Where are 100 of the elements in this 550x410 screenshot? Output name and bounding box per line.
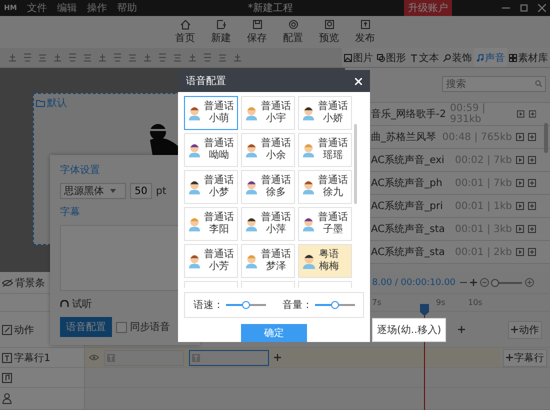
close-button[interactable]: [355, 78, 362, 84]
avatar-icon: [188, 179, 201, 195]
scrollbar[interactable]: [354, 124, 357, 204]
font-size-field[interactable]: 50: [130, 183, 152, 199]
menu-item[interactable]: 编辑: [56, 1, 77, 15]
picture-icon: [344, 54, 352, 62]
panel-tab[interactable]: 装饰: [441, 48, 474, 67]
toolbar-button[interactable]: 保存: [247, 19, 267, 45]
format-tool-icon: [233, 53, 242, 62]
voice-card[interactable]: 普通话 小娇: [298, 96, 352, 130]
sound-name: AC系统声音_sta: [371, 222, 446, 236]
add-icon: [528, 110, 536, 118]
format-tool-icon: [23, 53, 32, 62]
caption-clip[interactable]: [189, 350, 269, 366]
font-select[interactable]: 思源黑体: [60, 183, 126, 199]
scrollbar[interactable]: [544, 123, 548, 153]
add-icon: [528, 225, 536, 233]
save-icon: [252, 19, 262, 30]
panel-tab[interactable]: 图形: [375, 48, 408, 67]
voice-language: 普通话: [318, 101, 348, 112]
sync-voice-label: 同步语音: [130, 320, 170, 334]
toolbar-button[interactable]: 发布: [355, 19, 375, 45]
avatar-icon: [188, 216, 201, 232]
panel-tab[interactable]: 文本: [408, 48, 441, 67]
plus-icon: [274, 354, 281, 361]
volume-label: 音量：: [282, 298, 312, 312]
format-tool-icon: [173, 53, 182, 62]
animation-clip[interactable]: 逐场(幼..移入): [372, 318, 446, 342]
toolbar-button[interactable]: 首页: [175, 19, 195, 45]
plus-icon: [506, 354, 513, 361]
menu-item[interactable]: 操作: [86, 1, 107, 15]
format-tool-icon: [128, 53, 137, 62]
play-icon: [516, 133, 524, 141]
voice-card[interactable]: 粤语 梅梅: [298, 244, 352, 278]
voice-card[interactable]: 普通话 小余: [241, 133, 295, 167]
voice-card[interactable]: 普通话 梦泽: [241, 244, 295, 278]
confirm-button[interactable]: 确定: [241, 324, 307, 342]
play-icon: [516, 156, 524, 164]
scene-label: 默认: [47, 97, 67, 110]
toolbar-button[interactable]: 新建: [211, 19, 231, 45]
voice-card[interactable]: 普通话 小梦: [184, 170, 238, 204]
avatar-icon: [188, 142, 201, 158]
close-icon: [538, 4, 546, 12]
sync-voice-checkbox[interactable]: [116, 322, 127, 332]
avatar-icon: [302, 216, 315, 232]
voice-config-button[interactable]: 语音配置: [60, 317, 112, 337]
voice-name: 徐多: [266, 187, 286, 199]
add-icon: [528, 156, 536, 164]
panel-tab[interactable]: 图片: [342, 48, 375, 67]
menu-item[interactable]: 帮助: [116, 1, 137, 15]
panel-tab[interactable]: 素材库: [507, 48, 550, 67]
track-label: 背景条: [15, 276, 45, 290]
plus-icon: [458, 326, 466, 333]
voice-name: 小萌: [209, 113, 229, 125]
edit-icon: [2, 324, 12, 334]
minus-icon: [460, 279, 467, 286]
add-icon: [528, 179, 536, 187]
sound-name: AC系统声音_exi: [371, 154, 446, 167]
text-icon: [192, 354, 200, 362]
voice-language: 普通话: [204, 138, 234, 150]
hidden-eye-icon: [2, 278, 13, 286]
play-icon: [517, 110, 525, 118]
panel-tab[interactable]: 声音: [474, 48, 507, 67]
search-icon: [535, 80, 542, 87]
voice-name: 小芳: [209, 261, 229, 273]
caption-label: 字幕: [60, 206, 81, 219]
unit-label: pt: [156, 186, 166, 196]
voice-name: 小余: [266, 150, 286, 162]
voice-card[interactable]: 普通话 小芳: [184, 244, 238, 278]
dialog-title: 语音配置: [186, 74, 226, 88]
format-tool-icon: [188, 53, 197, 62]
avatar-icon: [302, 179, 315, 195]
menu-item[interactable]: 文件: [26, 1, 47, 15]
play-icon: [516, 248, 524, 256]
voice-card[interactable]: 普通话 子墨: [298, 207, 352, 241]
sound-name: 音乐_网络歌手-2: [371, 108, 446, 121]
add-track-button[interactable]: 字幕行: [503, 348, 547, 366]
voice-language: 普通话: [204, 212, 234, 224]
voice-card[interactable]: 普通话 徐多: [241, 170, 295, 204]
search-field[interactable]: 搜索: [442, 76, 546, 92]
home-icon: [180, 19, 190, 30]
voice-card[interactable]: 普通话 小宇: [241, 96, 295, 130]
toolbar-button[interactable]: 预览: [319, 19, 339, 45]
listen-button[interactable]: 试听: [60, 297, 92, 311]
voice-card[interactable]: 普通话 小萌: [184, 96, 238, 130]
upgrade-button[interactable]: 升级账户: [404, 0, 452, 16]
toolbar-button[interactable]: 配置: [283, 19, 303, 45]
voice-card[interactable]: 普通话 小萍: [241, 207, 295, 241]
add-track-button[interactable]: 动作: [508, 320, 542, 338]
maximize-icon: [520, 4, 528, 12]
voice-language: 普通话: [318, 175, 348, 186]
voice-language: 普通话: [261, 175, 291, 187]
zoom-out-icon: [480, 278, 489, 287]
sound-name: AC系统声音_ph: [371, 176, 444, 190]
voice-card[interactable]: 普通话 李阳: [184, 207, 238, 241]
voice-name: 小梦: [209, 187, 229, 199]
voice-name: 呦呦: [209, 150, 229, 162]
voice-card[interactable]: 普通话 呦呦: [184, 133, 238, 167]
voice-card[interactable]: 普通话 徐九: [298, 170, 352, 204]
voice-card[interactable]: 普通话 瑶瑶: [298, 133, 352, 167]
